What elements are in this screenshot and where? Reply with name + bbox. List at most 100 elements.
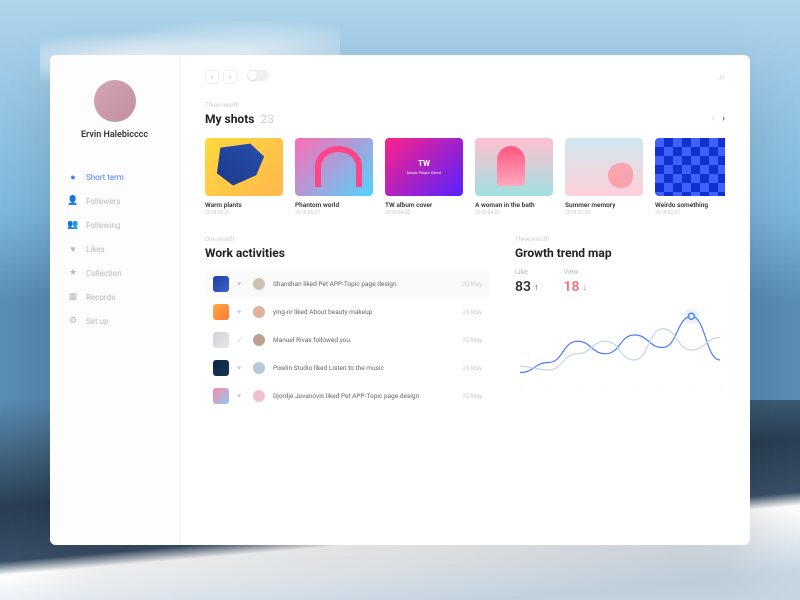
trend-arrow-icon: ↓ [583,282,588,293]
shots-carousel: Warm plants2018-05-21Phantom world2018-0… [205,138,725,216]
sidebar-item-set-up[interactable]: ⚙Set up [68,309,161,333]
shot-title: A woman in the bath [475,201,553,209]
activity-date: 25 May [462,281,482,288]
nav-icon: ♥ [68,244,78,254]
activity-avatar [253,362,265,374]
stat-like: Like 83↑ [515,268,539,295]
activity-avatar [253,278,265,290]
nav-buttons: ‹ › [205,70,269,84]
shot-date: 2018-02-23 [565,210,643,216]
activity-type-icon: ♥ [237,364,245,372]
activity-type-icon: ♥ [237,308,245,316]
shot-title: Warm plants [205,201,283,209]
shot-date: 2018-05-01 [295,210,373,216]
trend-arrow-icon: ↑ [534,282,539,293]
shot-thumb [205,138,283,196]
activity-text: ying-nr liked About beauty makeup [273,308,454,316]
shot-card[interactable]: Warm plants2018-05-21 [205,138,283,216]
activity-type-icon: ♥ [237,280,245,288]
stat-label: Like [515,268,539,276]
nav-icon: 👤 [68,196,78,206]
main-content: ‹ › ⌕ Three month My shots 23 ‹ › Warm p… [180,55,750,545]
nav-icon: ▦ [68,292,78,302]
activity-row[interactable]: ♥ Djordje Jovanovic liked Pet APP-Topic p… [205,382,490,410]
shot-card[interactable]: Summer memory2018-02-23 [565,138,643,216]
activity-text: Manuel Rivas followed you. [273,336,454,344]
shot-thumb [655,138,725,196]
activity-thumb [213,304,229,320]
shot-date: 2018-04-03 [475,210,553,216]
activity-date: 25 May [462,365,482,372]
activity-text: Pixelin Studio liked Listen to the music [273,364,454,372]
activity-thumb [213,276,229,292]
activity-type-icon: ♥ [237,392,245,400]
shot-title: Phantom world [295,201,373,209]
forward-button[interactable]: › [223,70,237,84]
shot-thumb [565,138,643,196]
sidebar-item-likes[interactable]: ♥Likes [68,237,161,261]
nav-label: Following [86,221,120,230]
avatar[interactable] [94,80,136,122]
shots-title: My shots 23 [205,112,274,126]
nav-label: Records [86,293,115,302]
activities-panel: One month Work activities ♥Shanshan like… [205,236,490,410]
shot-date: 2018-05-21 [205,210,283,216]
shot-title: Summer memory [565,201,643,209]
nav-label: Short term [86,173,124,182]
shots-count: 23 [260,112,274,126]
nav: ● Short term 👤 Followers 👥 Following ♥Likes★Co… [50,165,179,333]
shot-title: TW album cover [385,201,463,209]
activity-row[interactable]: ♥ying-nr liked About beauty makeup25 May [205,298,490,326]
activity-row[interactable]: ✓ Manuel Rivas followed you. 25 May [205,326,490,354]
activity-text: Shanshan liked Pet APP-Topic page design [273,280,454,288]
username: Ervin Halebicccc [81,130,148,140]
activity-thumb [213,360,229,376]
carousel-nav: ‹ › [712,114,725,124]
app-window: Ervin Halebicccc ● Short term 👤 Followers 👥 F… [50,55,750,545]
activity-text: Djordje Jovanovic liked Pet APP-Topic pa… [273,392,454,400]
shot-card[interactable]: TWMusic Player ClientTW album cover2018-… [385,138,463,216]
nav-icon: ● [68,172,78,182]
sidebar-item-followers[interactable]: 👤 Followers [68,189,161,213]
topbar: ‹ › ⌕ [205,70,725,84]
stat-label: View [564,268,588,276]
sidebar-item-following[interactable]: 👥 Following [68,213,161,237]
activities-title: Work activities [205,246,490,260]
activity-avatar [253,390,265,402]
nav-label: Followers [86,197,120,206]
activity-thumb [213,388,229,404]
nav-icon: 👥 [68,220,78,230]
shot-card[interactable]: A woman in the bath2018-04-03 [475,138,553,216]
back-button[interactable]: ‹ [205,70,219,84]
shot-thumb [475,138,553,196]
activity-list: ♥ Shanshan liked Pet APP-Topic page desig… [205,270,490,410]
stat-view: View 18↓ [564,268,588,295]
growth-title: Growth trend map [515,246,725,260]
activity-date: 25 May [462,337,482,344]
shot-date: 2018-02-01 [655,210,725,216]
growth-stats: Like 83↑ View 18↓ [515,268,725,295]
activity-avatar [253,334,265,346]
shot-thumb: TWMusic Player Client [385,138,463,196]
sidebar-item-short-term[interactable]: ● Short term [68,165,161,189]
activity-row[interactable]: ♥ Shanshan liked Pet APP-Topic page desig… [205,270,490,298]
nav-label: Set up [86,317,109,326]
stat-value: 18↓ [564,279,588,295]
sidebar-item-records[interactable]: ▦ Records [68,285,161,309]
sidebar-item-collection[interactable]: ★Collection [68,261,161,285]
shots-header: My shots 23 ‹ › [205,112,725,126]
activity-thumb [213,332,229,348]
stat-value: 83↑ [515,279,539,295]
sidebar: Ervin Halebicccc ● Short term 👤 Followers 👥 F… [50,55,180,545]
bottom-panels: One month Work activities ♥Shanshan like… [205,236,725,410]
carousel-next[interactable]: › [722,114,725,124]
shot-card[interactable]: Phantom world2018-05-01 [295,138,373,216]
activity-type-icon: ✓ [237,336,245,344]
activity-avatar [253,306,265,318]
search-icon[interactable]: ⌕ [719,70,725,84]
activity-row[interactable]: ♥ Pixelin Studio liked Listen to the musi… [205,354,490,382]
activity-date: 25 May [462,393,482,400]
carousel-prev[interactable]: ‹ [712,114,715,124]
toggle-switch[interactable] [247,70,269,81]
shot-card[interactable]: Weirdo something2018-02-01 [655,138,725,216]
